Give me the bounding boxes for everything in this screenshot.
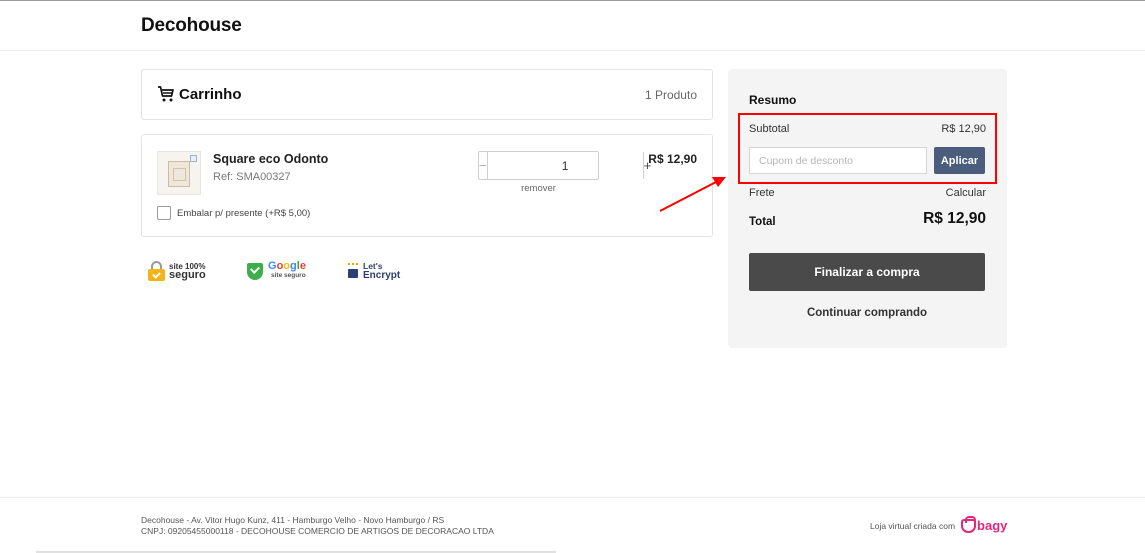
security-seals: site 100% seguro Google site seguro Let'… <box>148 258 418 284</box>
cart-title: Carrinho <box>179 86 242 103</box>
decrease-quantity-button[interactable]: − <box>479 152 488 179</box>
cart-header: Carrinho 1 Produto <box>141 69 713 120</box>
cart-item: Square eco Odonto Ref: SMA00327 − + remo… <box>141 134 713 237</box>
site-seguro-seal: site 100% seguro <box>148 258 206 284</box>
remove-item-link[interactable]: remover <box>478 183 599 194</box>
lets-encrypt-lock-icon <box>346 263 360 279</box>
subtotal-label: Subtotal <box>749 123 790 135</box>
cart-product-count: 1 Produto <box>644 88 697 102</box>
store-logo[interactable]: Decohouse <box>141 15 242 37</box>
product-ref: Ref: SMA00327 <box>213 171 291 183</box>
gift-wrap-option[interactable]: Embalar p/ presente (+R$ 5,00) <box>157 206 310 220</box>
shipping-label: Frete <box>749 187 775 199</box>
subtotal-value: R$ 12,90 <box>941 123 986 135</box>
total-value: R$ 12,90 <box>923 210 986 227</box>
coupon-input[interactable] <box>749 147 927 174</box>
footer-cnpj: CNPJ: 09205455000118 - DECOHOUSE COMERCI… <box>141 526 494 536</box>
product-thumbnail[interactable] <box>157 151 201 195</box>
bagy-logo[interactable]: bagy <box>961 515 1008 533</box>
product-image <box>168 161 190 187</box>
footer-address-block: Decohouse - Av. Vitor Hugo Kunz, 411 - H… <box>141 515 494 537</box>
google-seal-caption: site seguro <box>271 272 306 279</box>
quantity-input[interactable] <box>487 152 643 179</box>
order-summary-panel: Resumo Subtotal R$ 12,90 Aplicar Frete C… <box>728 69 1007 348</box>
apply-coupon-button[interactable]: Aplicar <box>934 147 985 174</box>
bag-icon <box>961 515 977 533</box>
subtotal-row: Subtotal R$ 12,90 <box>749 123 986 135</box>
bagy-wordmark: bagy <box>977 518 1008 533</box>
site-header: Decohouse <box>0 1 1145 51</box>
item-price: R$ 12,90 <box>648 152 697 166</box>
lets-encrypt-seal: Let's Encrypt <box>346 258 400 284</box>
padlock-icon <box>148 261 165 281</box>
footer-address: Decohouse - Av. Vitor Hugo Kunz, 411 - H… <box>141 515 445 525</box>
google-safe-browsing-seal: Google site seguro <box>247 258 306 284</box>
shopping-cart-icon <box>158 86 174 102</box>
platform-credit: Loja virtual criada com bagy <box>870 515 1008 533</box>
quantity-stepper: − + <box>478 151 651 180</box>
image-badge-icon <box>190 155 197 162</box>
shield-check-icon <box>247 262 263 280</box>
checkout-button[interactable]: Finalizar a compra <box>749 253 985 291</box>
total-label: Total <box>749 216 776 228</box>
shipping-row: Frete Calcular <box>749 187 986 199</box>
gift-wrap-checkbox[interactable] <box>157 206 171 220</box>
site-seguro-seal-bottom: seguro <box>169 269 206 281</box>
platform-credit-text: Loja virtual criada com <box>870 520 956 531</box>
lets-encrypt-bottom: Encrypt <box>363 270 401 281</box>
total-row: Total R$ 12,90 <box>749 210 986 228</box>
product-name[interactable]: Square eco Odonto <box>213 152 328 166</box>
red-arrow-annotation <box>659 177 726 212</box>
calculate-shipping-link[interactable]: Calcular <box>946 187 986 199</box>
summary-title: Resumo <box>749 93 797 107</box>
continue-shopping-link[interactable]: Continuar comprando <box>749 307 985 319</box>
gift-wrap-label: Embalar p/ presente (+R$ 5,00) <box>177 207 311 219</box>
site-footer: Decohouse - Av. Vitor Hugo Kunz, 411 - H… <box>0 497 1145 553</box>
google-wordmark: Google <box>268 260 306 272</box>
